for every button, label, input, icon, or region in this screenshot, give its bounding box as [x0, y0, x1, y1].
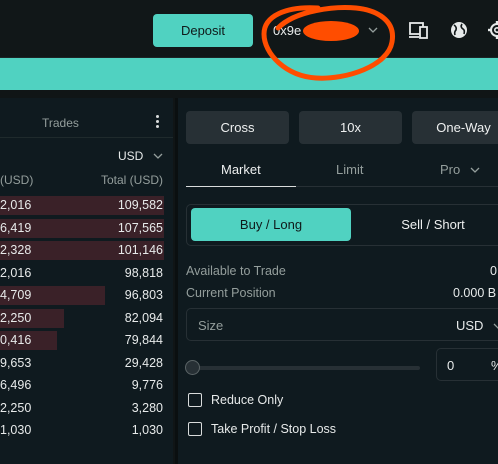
tp-sl-option[interactable]: Take Profit / Stop Loss [188, 422, 336, 436]
buy-long-button[interactable]: Buy / Long [191, 208, 351, 241]
size-slider-track[interactable] [192, 366, 420, 370]
total-column-header: Total (USD) [100, 173, 163, 187]
available-to-trade-value: 0 [490, 264, 497, 278]
trade-row: 2,250 82,094 [0, 307, 173, 329]
trade-total: 1,030 [131, 423, 163, 437]
current-position-label: Current Position [186, 286, 276, 300]
trade-row: 2,250 3,280 [0, 397, 173, 419]
trades-header: Trades [0, 98, 173, 138]
wallet-address: 0x9e [273, 23, 302, 38]
trades-unit-select[interactable]: USD [118, 149, 163, 163]
trade-total: 82,094 [124, 310, 163, 325]
trade-total: 29,428 [124, 355, 163, 370]
trade-price: 6,496 [0, 378, 32, 392]
trade-row: 6,419 107,565 [0, 217, 173, 239]
reduce-only-option[interactable]: Reduce Only [188, 393, 283, 407]
chevron-down-icon [368, 27, 378, 33]
trades-unit-label: USD [118, 149, 144, 163]
trade-price: 1,030 [0, 423, 32, 437]
trade-row: 6,496 9,776 [0, 374, 173, 396]
percent-input[interactable]: 0 % [436, 348, 498, 381]
reduce-only-label: Reduce Only [211, 393, 284, 407]
leverage-button[interactable]: 10x [299, 111, 402, 144]
trade-total: 107,565 [117, 220, 163, 235]
trade-total: 79,844 [124, 333, 163, 347]
trade-total: 109,582 [117, 198, 163, 212]
chevron-down-icon [153, 153, 163, 159]
tab-pro-label: Pro [440, 162, 461, 177]
trade-total: 98,818 [124, 265, 163, 280]
tp-sl-checkbox[interactable] [188, 422, 202, 436]
trades-title: Trades [42, 116, 79, 130]
globe-icon[interactable] [448, 20, 470, 40]
active-tab-indicator [186, 186, 296, 187]
trade-price: 6,419 [0, 220, 32, 235]
available-to-trade-label: Available to Trade [186, 264, 286, 278]
trade-total: 96,803 [124, 288, 163, 302]
trade-price: 2,016 [0, 265, 32, 280]
sell-short-button[interactable]: Sell / Short [368, 208, 498, 241]
tab-baseline [296, 186, 498, 187]
tab-limit[interactable]: Limit [336, 162, 363, 177]
devices-icon[interactable] [408, 20, 430, 40]
tab-pro[interactable]: Pro [440, 162, 480, 177]
margin-mode-button[interactable]: Cross [186, 111, 289, 144]
chevron-down-icon [493, 323, 498, 328]
trading-app: Deposit 0x9e Trades USD (USD) Total (USD… [0, 0, 498, 464]
deposit-button[interactable]: Deposit [153, 14, 253, 47]
order-panel: Cross 10x One-Way Market Limit Pro Buy /… [178, 98, 498, 464]
size-placeholder: Size [198, 318, 224, 333]
trade-row: 9,653 29,428 [0, 352, 173, 374]
size-slider-handle[interactable] [185, 360, 200, 375]
trade-price: 2,250 [0, 310, 32, 325]
trade-price: 4,709 [0, 288, 32, 302]
percent-sign: % [491, 358, 498, 373]
trade-row: 2,016 109,582 [0, 194, 173, 216]
trade-row: 4,709 96,803 [0, 284, 173, 306]
trade-total: 3,280 [131, 400, 163, 415]
top-bar: Deposit 0x9e [0, 0, 498, 58]
trade-row: 2,016 98,818 [0, 262, 173, 284]
chevron-down-icon [470, 167, 480, 173]
trade-total: 101,146 [117, 243, 163, 257]
current-position-value: 0.000 B [453, 286, 497, 300]
tp-sl-label: Take Profit / Stop Loss [211, 422, 337, 436]
trade-price: 0,416 [0, 333, 32, 347]
trade-price: 2,250 [0, 400, 32, 415]
percent-value: 0 [447, 358, 455, 373]
size-input[interactable]: Size USD [186, 308, 498, 341]
redaction-scribble [303, 21, 359, 41]
gear-icon[interactable] [486, 20, 498, 40]
trade-row: 0,416 79,844 [0, 329, 173, 351]
reduce-only-checkbox[interactable] [188, 393, 202, 407]
size-unit-label: USD [456, 318, 484, 333]
price-column-header: (USD) [0, 173, 34, 187]
trades-panel: Trades USD (USD) Total (USD) 2,016 109,58… [0, 98, 173, 464]
trade-row: 1,030 1,030 [0, 419, 173, 441]
trade-price: 2,328 [0, 243, 32, 257]
size-unit-select[interactable]: USD [456, 318, 498, 333]
announcement-banner [0, 58, 498, 90]
trade-price: 9,653 [0, 355, 32, 370]
more-options-icon[interactable] [155, 115, 161, 129]
position-mode-button[interactable]: One-Way [412, 111, 498, 144]
trade-total: 9,776 [131, 378, 163, 392]
trade-price: 2,016 [0, 198, 32, 212]
tab-market[interactable]: Market [221, 162, 261, 177]
trade-row: 2,328 101,146 [0, 239, 173, 261]
